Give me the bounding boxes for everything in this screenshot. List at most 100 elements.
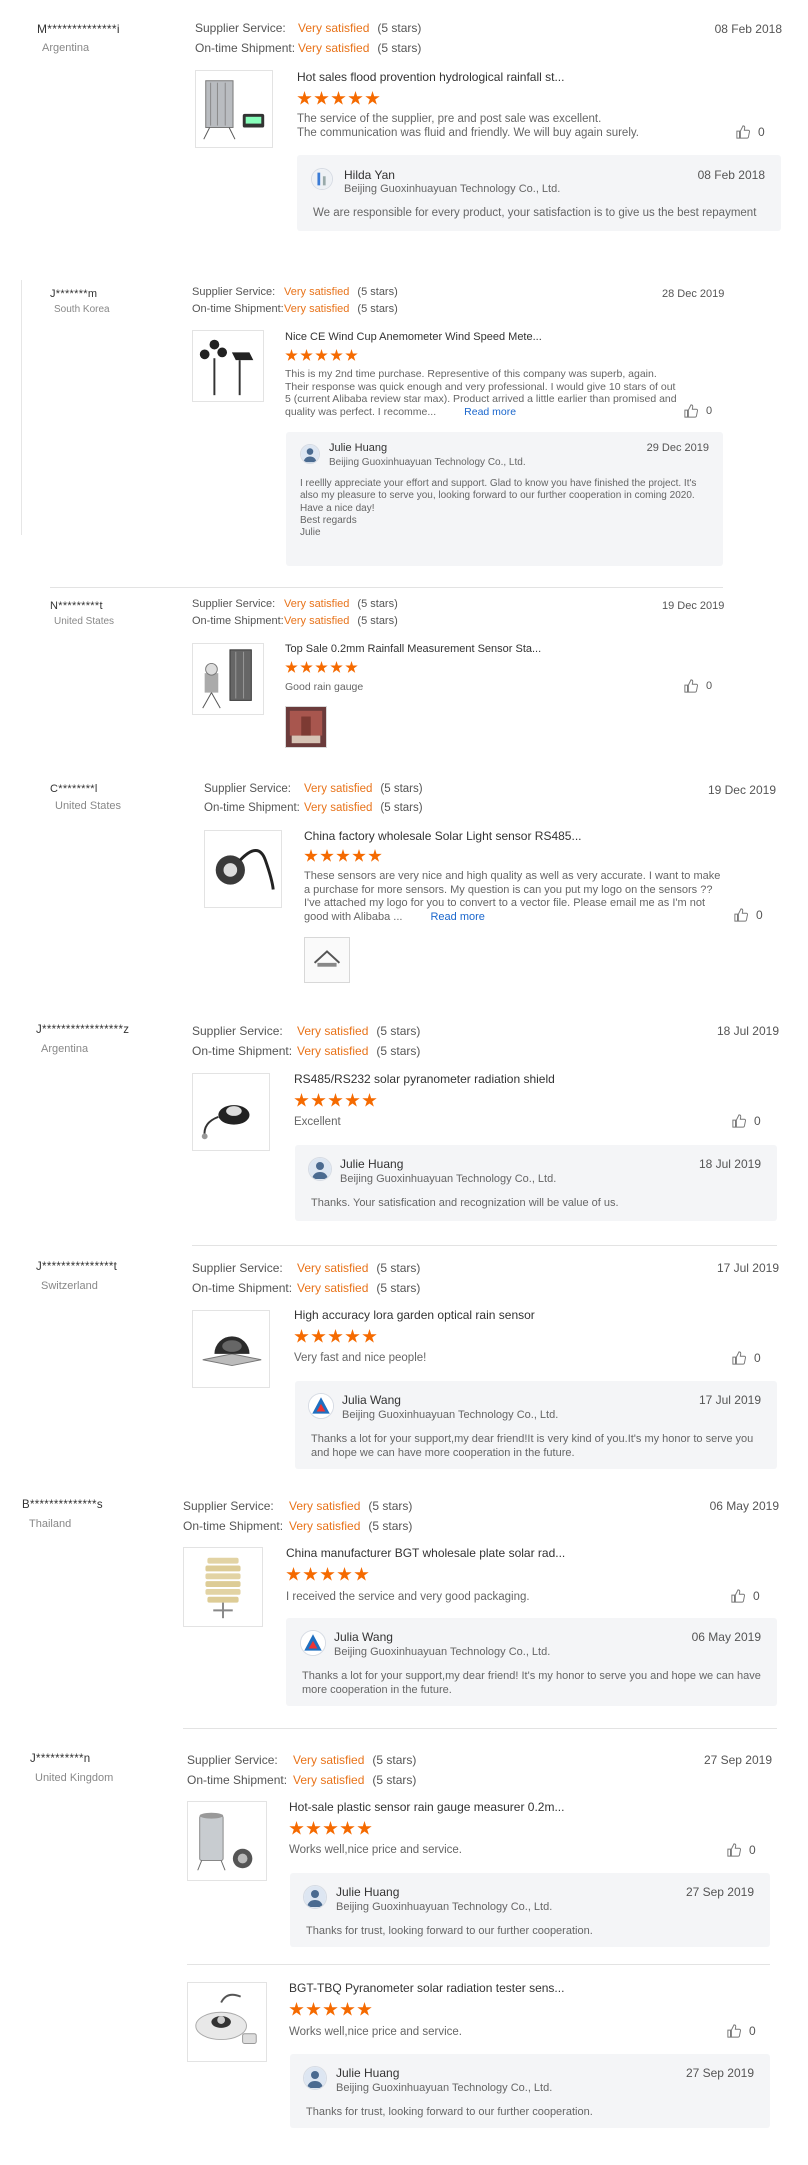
supplier-reply: Julia Wang Beijing Guoxinhuayuan Technol… (286, 1618, 777, 1706)
review-text-body: These sensors are very nice and high qua… (304, 870, 721, 923)
logo-avatar-icon (309, 1394, 333, 1418)
person-icon (304, 2067, 326, 2089)
star-rating (285, 661, 358, 674)
review-text: This is my 2nd time purchase. Representi… (285, 368, 680, 418)
product-title[interactable]: High accuracy lora garden optical rain s… (294, 1308, 535, 1322)
product-thumbnail[interactable] (187, 1801, 267, 1881)
reply-date: 17 Jul 2019 (698, 1393, 761, 1407)
shipment-stars: (5 stars) (376, 1044, 421, 1058)
product-title[interactable]: Nice CE Wind Cup Anemometer Wind Speed M… (285, 331, 542, 343)
star-rating (294, 1093, 377, 1108)
product-thumbnail[interactable] (183, 1547, 263, 1627)
shipment-stars: (5 stars) (372, 1773, 417, 1787)
like-button[interactable]: 0 (731, 1589, 760, 1603)
thumbs-up-icon (736, 125, 750, 139)
reply-name: Hilda Yan (344, 168, 395, 182)
star-rating (285, 349, 358, 362)
section-rule (21, 280, 22, 535)
supplier-service-stars: (5 stars) (368, 1499, 413, 1513)
product-thumbnail[interactable] (192, 643, 264, 715)
like-button[interactable]: 0 (734, 908, 763, 922)
shipment-stars: (5 stars) (357, 303, 398, 315)
product-title[interactable]: BGT-TBQ Pyranometer solar radiation test… (289, 1981, 564, 1995)
buyer-name: J*******m (50, 288, 98, 300)
buyer-country: Argentina (41, 1043, 89, 1055)
product-thumbnail[interactable] (192, 1073, 270, 1151)
rain-gauge-icon (197, 1812, 253, 1871)
supplier-service-stars: (5 stars) (372, 1753, 417, 1767)
rain-gauge-station-icon (203, 80, 265, 140)
read-more-link[interactable]: Read more (430, 911, 484, 923)
product-thumbnail[interactable] (192, 1310, 270, 1388)
review-divider (183, 1728, 777, 1729)
read-more-link[interactable]: Read more (464, 406, 516, 418)
reply-message: Thanks a lot for your support,my dear fr… (302, 1670, 761, 1696)
product-title[interactable]: Top Sale 0.2mm Rainfall Measurement Sens… (285, 643, 541, 655)
thumbs-up-icon (684, 679, 698, 693)
supplier-reply: Hilda Yan Beijing Guoxinhuayuan Technolo… (297, 155, 781, 231)
like-button[interactable]: 0 (727, 1843, 756, 1857)
reply-company: Beijing Guoxinhuayuan Technology Co., Lt… (336, 2082, 553, 2094)
supplier-service-stars: (5 stars) (376, 1261, 421, 1275)
product-thumbnail[interactable] (204, 830, 282, 908)
reply-message: We are responsible for every product, yo… (313, 207, 757, 219)
like-button[interactable]: 0 (684, 404, 712, 418)
star-rating (297, 91, 380, 106)
anemometer-icon (199, 339, 254, 396)
product-title[interactable]: Hot-sale plastic sensor rain gauge measu… (289, 1800, 564, 1814)
shipment-value: Very satisfied (304, 802, 373, 814)
product-title[interactable]: Hot sales flood provention hydrological … (297, 70, 564, 84)
supplier-service-stars: (5 stars) (377, 21, 422, 35)
reply-message: Thanks for trust, looking forward to our… (306, 2106, 593, 2118)
supplier-service-value: Very satisfied (297, 1024, 369, 1038)
shipment-label: On-time Shipment: (192, 1044, 293, 1058)
ratings-block: Supplier Service: Very satisfied (5 stars)… (192, 1021, 420, 1061)
reply-name: Julia Wang (342, 1393, 401, 1407)
review-text: Works well,nice price and service. (289, 1844, 462, 1856)
pyranometer-tester-icon (195, 1993, 257, 2044)
supplier-service-label: Supplier Service: (192, 286, 276, 298)
product-title[interactable]: China manufacturer BGT wholesale plate s… (286, 1546, 565, 1560)
logo-photo-icon (305, 938, 349, 982)
supplier-service-label: Supplier Service: (192, 1261, 283, 1275)
shipment-label: On-time Shipment: (192, 303, 284, 315)
shipment-label: On-time Shipment: (195, 41, 296, 55)
pyranometer-icon (201, 1105, 250, 1140)
supplier-service-value: Very satisfied (297, 1261, 369, 1275)
review-attachment[interactable] (304, 937, 350, 983)
supplier-reply: Julie Huang Beijing Guoxinhuayuan Techno… (286, 432, 723, 566)
buyer-name: B**************s (22, 1499, 103, 1511)
shipment-label: On-time Shipment: (183, 1519, 284, 1533)
review-date: 17 Jul 2019 (716, 1261, 779, 1275)
like-button[interactable]: 0 (684, 679, 712, 693)
review-divider (192, 1245, 777, 1246)
supplier-reply: Julie Huang Beijing Guoxinhuayuan Techno… (290, 1873, 770, 1947)
buyer-country: Argentina (42, 42, 90, 54)
buyer-country: United States (55, 800, 122, 812)
ratings-block: Supplier Service: Very satisfied (5 stars)… (192, 596, 398, 630)
like-button[interactable]: 0 (732, 1114, 761, 1128)
product-title[interactable]: China factory wholesale Solar Light sens… (304, 829, 581, 843)
reply-date: 08 Feb 2018 (697, 168, 765, 182)
supplier-service-value: Very satisfied (284, 286, 350, 298)
like-count: 0 (749, 1843, 756, 1857)
like-count: 0 (706, 680, 713, 692)
product-thumbnail[interactable] (192, 330, 264, 402)
product-thumbnail[interactable] (187, 1982, 267, 2062)
like-button[interactable]: 0 (732, 1351, 761, 1365)
like-button[interactable]: 0 (727, 2024, 756, 2038)
star-rating (294, 1329, 377, 1344)
shipment-label: On-time Shipment: (204, 802, 300, 814)
product-thumbnail[interactable] (195, 70, 273, 148)
supplier-service-label: Supplier Service: (183, 1499, 274, 1513)
review-attachment[interactable] (285, 706, 327, 748)
thumbs-up-icon (727, 1843, 741, 1857)
thumbs-up-icon (732, 1114, 746, 1128)
like-count: 0 (749, 2024, 756, 2038)
reply-date: 27 Sep 2019 (685, 2066, 754, 2080)
reply-date: 18 Jul 2019 (698, 1157, 761, 1171)
like-button[interactable]: 0 (736, 125, 765, 139)
person-icon (304, 1886, 326, 1908)
person-icon (312, 169, 332, 189)
product-title[interactable]: RS485/RS232 solar pyranometer radiation … (294, 1072, 555, 1086)
